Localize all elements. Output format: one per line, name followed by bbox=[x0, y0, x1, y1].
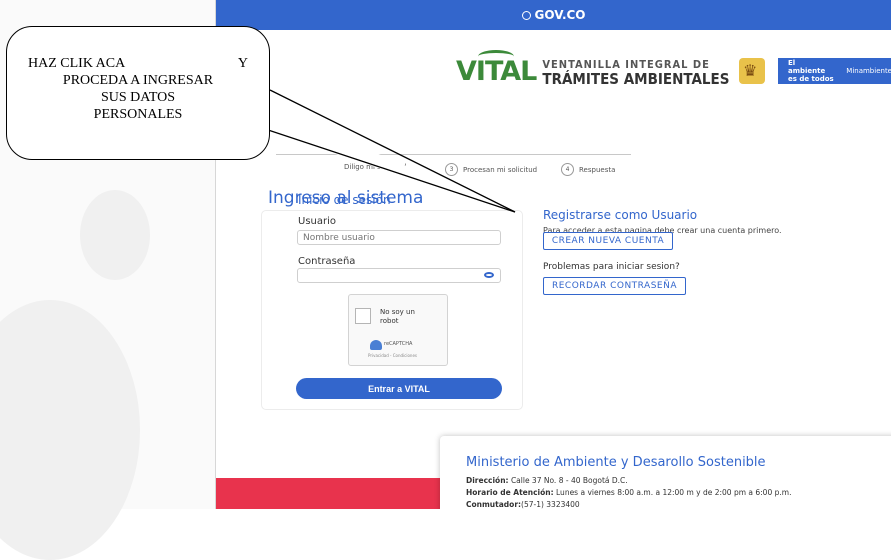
callout-text: HAZ CLIK ACA Y PROCEDA A INGRESAR SUS DA… bbox=[12, 55, 264, 123]
callout-line3: SUS DATOS bbox=[100, 90, 176, 105]
callout-line1a: HAZ CLIK ACA bbox=[28, 56, 126, 71]
callout-line4: PERSONALES bbox=[93, 107, 183, 122]
callout-line1b: Y bbox=[237, 56, 248, 71]
callout-line: HAZ CLIK ACA Y bbox=[12, 55, 264, 72]
callout-line2: PROCEDA A INGRESAR bbox=[62, 73, 214, 88]
